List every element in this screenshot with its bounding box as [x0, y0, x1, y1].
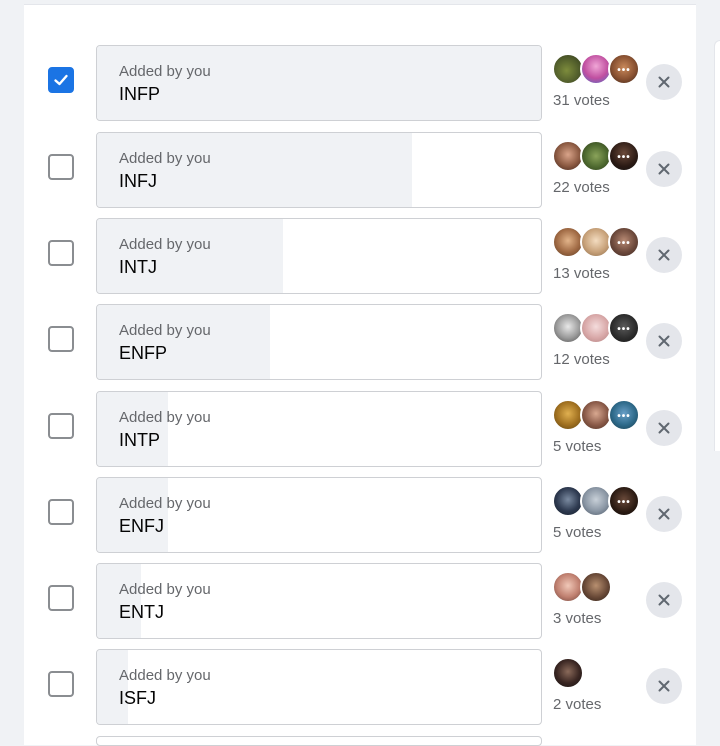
added-by-text: Added by you: [119, 322, 211, 339]
option-label: INFJ: [119, 171, 157, 191]
remove-option-button[interactable]: [646, 668, 682, 704]
vote-share-bar: [97, 392, 168, 466]
added-by-text: Added by you: [119, 495, 211, 512]
more-dots-icon: •••: [617, 65, 631, 76]
close-icon: [658, 422, 670, 434]
vote-count[interactable]: 22 votes: [553, 179, 610, 196]
poll-option-row: Added by you ENTJ 3 votes: [0, 563, 720, 639]
option-box[interactable]: Added by you ENFP: [96, 304, 542, 380]
voter-avatar[interactable]: [580, 571, 612, 603]
vote-share-bar: [97, 564, 141, 638]
voter-avatars[interactable]: [552, 571, 652, 603]
option-label: ISFJ: [119, 688, 157, 708]
more-dots-icon: •••: [617, 152, 631, 163]
poll-option-row: Added by you INFP ••• 31 votes: [0, 45, 720, 121]
close-icon: [658, 680, 670, 692]
voter-avatars[interactable]: •••: [552, 485, 652, 517]
close-icon: [658, 594, 670, 606]
vote-share-bar: [97, 305, 270, 379]
voter-avatar[interactable]: •••: [608, 140, 640, 172]
vote-share-bar: [97, 478, 168, 552]
vote-share-bar: [97, 46, 541, 120]
voter-avatar[interactable]: •••: [608, 53, 640, 85]
added-by-text: Added by you: [119, 581, 211, 598]
voter-avatars[interactable]: [552, 657, 652, 689]
poll-option-row: Added by you INFJ ••• 22 votes: [0, 132, 720, 208]
voter-avatar[interactable]: [552, 657, 584, 689]
remove-option-button[interactable]: [646, 151, 682, 187]
poll-option-row: Added by you INTJ ••• 13 votes: [0, 218, 720, 294]
vote-share-bar: [97, 219, 283, 293]
close-icon: [658, 249, 670, 261]
voter-avatars[interactable]: •••: [552, 312, 652, 344]
poll-option-row: Added by you ENFJ ••• 5 votes: [0, 477, 720, 553]
option-checkbox[interactable]: [48, 413, 74, 439]
vote-count[interactable]: 3 votes: [553, 610, 601, 627]
option-box[interactable]: Added by you INFJ: [96, 132, 542, 208]
option-checkbox[interactable]: [48, 671, 74, 697]
added-by-text: Added by you: [119, 409, 211, 426]
remove-option-button[interactable]: [646, 496, 682, 532]
added-by-text: Added by you: [119, 236, 211, 253]
added-by-text: Added by you: [119, 667, 211, 684]
option-box[interactable]: Added by you INFP: [96, 45, 542, 121]
more-dots-icon: •••: [617, 324, 631, 335]
option-checkbox[interactable]: [48, 585, 74, 611]
remove-option-button[interactable]: [646, 237, 682, 273]
option-label: ENFP: [119, 343, 168, 363]
next-option-box-partial[interactable]: [96, 736, 542, 746]
close-icon: [658, 508, 670, 520]
remove-option-button[interactable]: [646, 64, 682, 100]
poll-option-row: Added by you INTP ••• 5 votes: [0, 391, 720, 467]
voter-avatars[interactable]: •••: [552, 226, 652, 258]
option-box[interactable]: Added by you ENTJ: [96, 563, 542, 639]
voter-avatars[interactable]: •••: [552, 399, 652, 431]
voter-avatars[interactable]: •••: [552, 140, 652, 172]
added-by-text: Added by you: [119, 63, 211, 80]
option-checkbox[interactable]: [48, 240, 74, 266]
close-icon: [658, 335, 670, 347]
poll-option-row: Added by you ISFJ 2 votes: [0, 649, 720, 725]
option-checkbox[interactable]: [48, 499, 74, 525]
option-box[interactable]: Added by you ENFJ: [96, 477, 542, 553]
voter-avatars[interactable]: •••: [552, 53, 652, 85]
voter-avatar[interactable]: •••: [608, 312, 640, 344]
option-box[interactable]: Added by you INTJ: [96, 218, 542, 294]
vote-count[interactable]: 2 votes: [553, 696, 601, 713]
voter-avatar[interactable]: •••: [608, 399, 640, 431]
vote-count[interactable]: 5 votes: [553, 524, 601, 541]
vote-count[interactable]: 31 votes: [553, 92, 610, 109]
remove-option-button[interactable]: [646, 323, 682, 359]
more-dots-icon: •••: [617, 411, 631, 422]
option-checkbox[interactable]: [48, 67, 74, 93]
option-box[interactable]: Added by you ISFJ: [96, 649, 542, 725]
remove-option-button[interactable]: [646, 410, 682, 446]
more-dots-icon: •••: [617, 497, 631, 508]
option-label: INFP: [119, 84, 161, 104]
voter-avatar[interactable]: •••: [608, 226, 640, 258]
option-label: ENFJ: [119, 516, 164, 536]
remove-option-button[interactable]: [646, 582, 682, 618]
option-label: INTJ: [119, 257, 157, 277]
vote-count[interactable]: 5 votes: [553, 438, 601, 455]
vote-share-bar: [97, 133, 412, 207]
check-icon: [54, 74, 68, 86]
close-icon: [658, 163, 670, 175]
option-label: INTP: [119, 430, 161, 450]
vote-share-bar: [97, 650, 128, 724]
option-label: ENTJ: [119, 602, 164, 622]
more-dots-icon: •••: [617, 238, 631, 249]
close-icon: [658, 76, 670, 88]
poll-option-row: Added by you ENFP ••• 12 votes: [0, 304, 720, 380]
vote-count[interactable]: 12 votes: [553, 351, 610, 368]
added-by-text: Added by you: [119, 150, 211, 167]
voter-avatar[interactable]: •••: [608, 485, 640, 517]
option-checkbox[interactable]: [48, 326, 74, 352]
option-box[interactable]: Added by you INTP: [96, 391, 542, 467]
option-checkbox[interactable]: [48, 154, 74, 180]
vote-count[interactable]: 13 votes: [553, 265, 610, 282]
